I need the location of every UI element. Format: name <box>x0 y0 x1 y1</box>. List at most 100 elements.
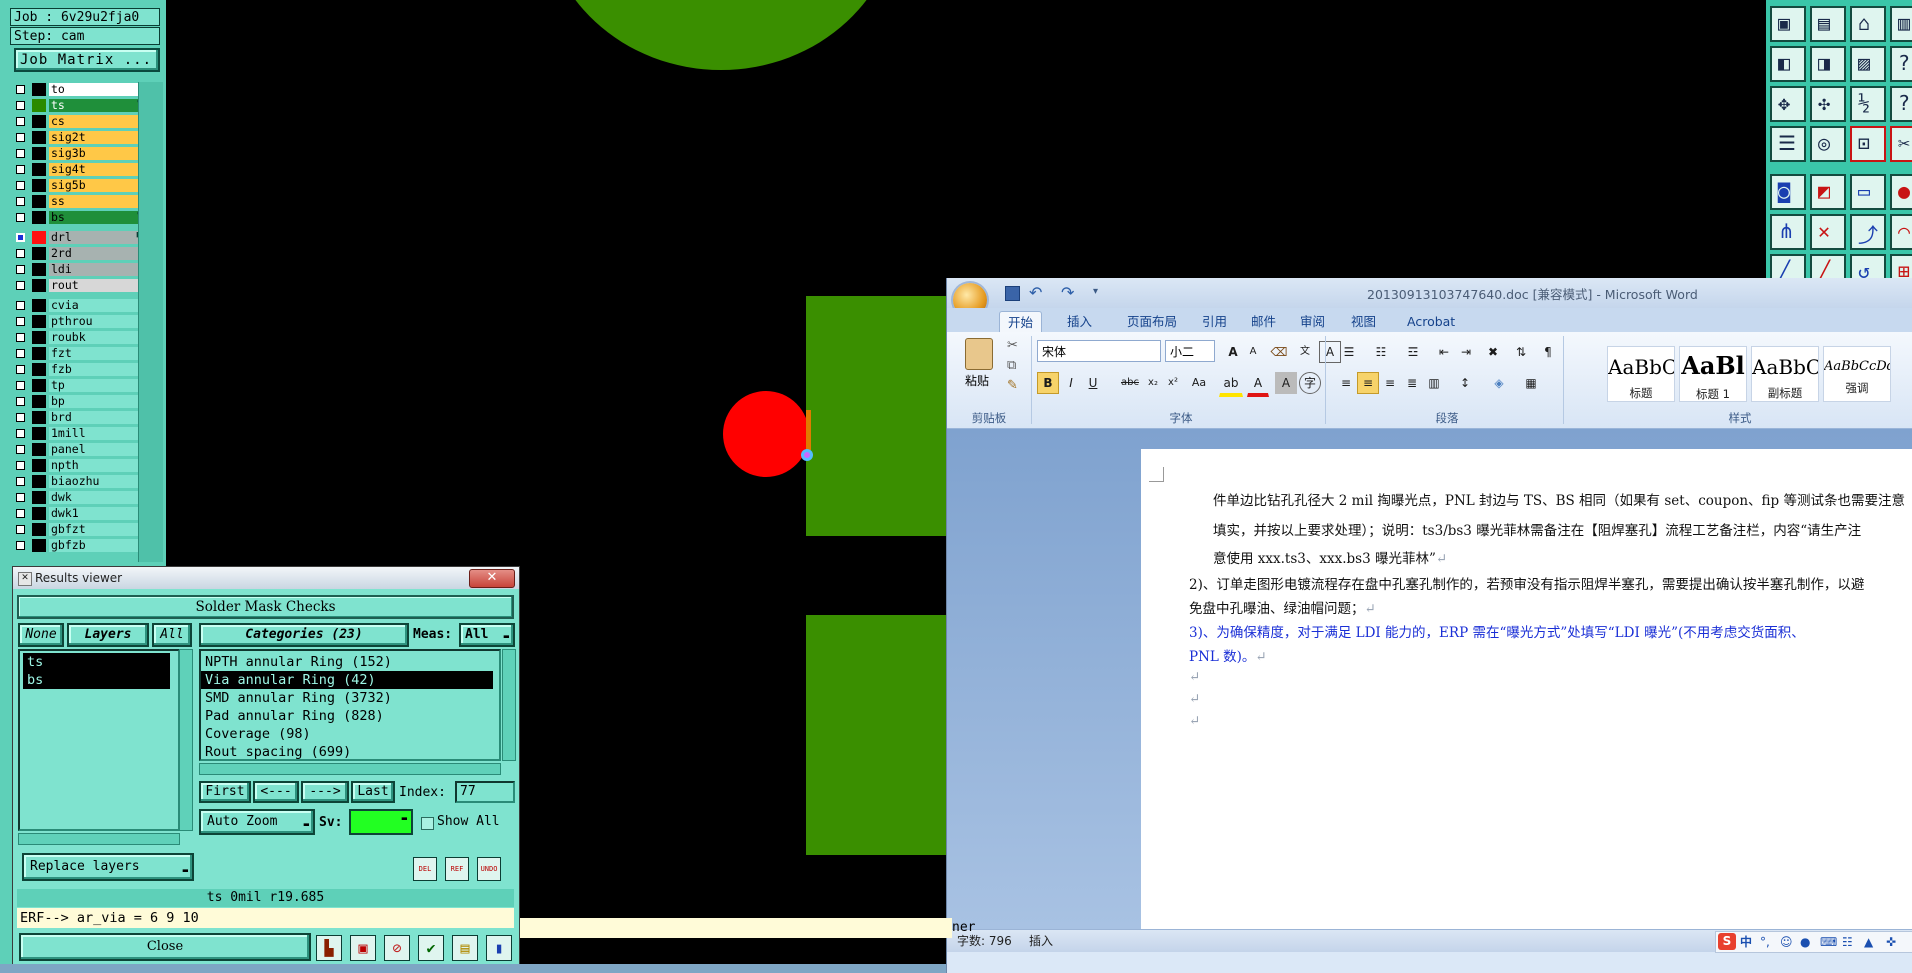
arc-icon[interactable]: ⌒ <box>1890 214 1912 250</box>
close-button[interactable]: Close <box>19 933 311 961</box>
layer-color-swatch[interactable] <box>32 459 46 472</box>
style-tile[interactable]: AaBbC 标题 <box>1607 346 1675 402</box>
layer-name[interactable]: sig3b <box>49 147 143 160</box>
insert-mode[interactable]: 插入 <box>1029 930 1053 952</box>
voice-icon[interactable]: ● <box>1800 931 1810 953</box>
layer-color-swatch[interactable] <box>32 115 46 128</box>
layer-name[interactable]: fzb <box>49 363 143 376</box>
layer-row[interactable]: sig3b <box>12 146 143 162</box>
align-right-icon[interactable]: ≡ <box>1379 372 1401 394</box>
cut-icon[interactable]: ✂ <box>1890 126 1912 162</box>
clear-format-icon[interactable]: ⌫ <box>1267 341 1291 363</box>
tab-1[interactable]: 插入 <box>1059 311 1100 332</box>
report-icon[interactable]: ▤ <box>452 935 478 961</box>
bullets-icon[interactable]: ☰ <box>1335 341 1363 363</box>
layers-hscroll[interactable] <box>18 833 180 845</box>
query-icon[interactable]: ? <box>1890 86 1912 122</box>
category-list-item[interactable]: Pad annular Ring (828) <box>201 707 493 725</box>
delete-result-icon[interactable]: DEL <box>413 857 437 881</box>
ime-toolbar[interactable]: S 中 °, ☺ ● ⌨ ☷ ▲ ✜ <box>1715 931 1912 953</box>
undo-icon[interactable]: ↶ <box>1029 283 1042 302</box>
layer-color-swatch[interactable] <box>32 299 46 312</box>
stack-icon[interactable]: ☰ <box>1770 126 1806 162</box>
layer-name[interactable]: cvia <box>49 299 143 312</box>
all-button[interactable]: All <box>152 623 192 647</box>
font-name-box[interactable]: 宋体 <box>1037 340 1161 362</box>
layer-checkbox[interactable] <box>16 165 25 174</box>
layer-checkbox[interactable] <box>16 317 25 326</box>
layer-checkbox[interactable] <box>16 301 25 310</box>
keyboard-icon[interactable]: ⌨ <box>1820 931 1837 953</box>
tab-7[interactable]: Acrobat <box>1399 311 1463 332</box>
layer-color-swatch[interactable] <box>32 179 46 192</box>
bold-button[interactable]: B <box>1037 372 1059 394</box>
shape-icon[interactable]: ◩ <box>1810 174 1846 210</box>
settings-icon[interactable]: ✜ <box>1886 931 1896 953</box>
fit-icon[interactable]: ✥ <box>1770 86 1806 122</box>
subscript-button[interactable]: x₂ <box>1143 372 1163 394</box>
char-shading-icon[interactable]: A <box>1275 372 1297 394</box>
layer-color-swatch[interactable] <box>32 491 46 504</box>
layer-list-item[interactable]: ts <box>23 653 170 671</box>
layer-color-swatch[interactable] <box>32 411 46 424</box>
layer-out-icon[interactable]: ◨ <box>1810 46 1846 82</box>
layer-checkbox[interactable] <box>16 541 25 550</box>
decrease-indent-icon[interactable]: ⇤ <box>1433 341 1455 363</box>
prev-button[interactable]: <--- <box>253 781 299 803</box>
layer-checkbox[interactable] <box>16 213 25 222</box>
next-button[interactable]: ---> <box>301 781 349 803</box>
italic-button[interactable]: I <box>1061 372 1081 394</box>
style-tile[interactable]: AaBbCcDd 强调 <box>1823 346 1891 402</box>
scale-icon[interactable]: ½ <box>1850 86 1886 122</box>
layer-color-swatch[interactable] <box>32 247 46 260</box>
layer-checkbox[interactable] <box>16 181 25 190</box>
shrink-font-icon[interactable]: A <box>1243 341 1263 363</box>
layer-name[interactable]: tp <box>49 379 143 392</box>
tab-6[interactable]: 视图 <box>1343 311 1384 332</box>
help-icon[interactable]: ? <box>1890 46 1912 82</box>
category-list-item[interactable]: SMD annular Ring (3732) <box>201 689 493 707</box>
layer-row[interactable]: ss <box>12 194 143 210</box>
font-color-icon[interactable]: A <box>1247 372 1269 397</box>
layer-name[interactable]: gbfzt <box>49 523 143 536</box>
style-tile[interactable]: AaBbC 副标题 <box>1751 346 1819 402</box>
layer-name[interactable]: ss <box>49 195 143 208</box>
layer-color-swatch[interactable] <box>32 539 46 552</box>
layer-checkbox[interactable] <box>16 133 25 142</box>
categories-vscroll[interactable] <box>502 649 516 761</box>
layer-color-swatch[interactable] <box>32 427 46 440</box>
layer-color-swatch[interactable] <box>32 379 46 392</box>
layer-checkbox[interactable] <box>16 461 25 470</box>
snapshot-icon[interactable]: ▤ <box>1810 6 1846 42</box>
layer-checkbox[interactable] <box>16 397 25 406</box>
layer-row[interactable]: sig5b <box>12 178 143 194</box>
layer-checkbox[interactable] <box>16 333 25 342</box>
layer-row[interactable]: sig4t <box>12 162 143 178</box>
layer-name[interactable]: ts <box>49 99 143 112</box>
undo-result-icon[interactable]: UNDO <box>477 857 501 881</box>
layer-row[interactable]: cs <box>12 114 143 130</box>
category-list-item[interactable]: NPTH annular Ring (152) <box>201 653 493 671</box>
paste-label[interactable]: 粘贴 <box>965 372 989 389</box>
justify-icon[interactable]: ≣ <box>1401 372 1423 394</box>
home-icon[interactable]: ▣ <box>1770 6 1806 42</box>
layer-color-swatch[interactable] <box>32 315 46 328</box>
layer-name[interactable]: sig5b <box>49 179 143 192</box>
save-icon[interactable] <box>1005 286 1020 301</box>
no-entry-icon[interactable]: ⊘ <box>384 935 410 961</box>
distributed-icon[interactable]: ▥ <box>1423 372 1445 394</box>
strikethrough-button[interactable]: abc <box>1117 372 1143 394</box>
layer-row[interactable]: rout <box>12 278 143 294</box>
layer-list-item[interactable]: bs <box>23 671 170 689</box>
layers-listbox[interactable]: ts bs <box>18 649 180 831</box>
route-icon[interactable]: ⤴ <box>1850 214 1886 250</box>
style-tile[interactable]: AaBl 标题 1 <box>1679 346 1747 402</box>
last-button[interactable]: Last <box>351 781 395 803</box>
tab-2[interactable]: 页面布局 <box>1119 311 1185 332</box>
layer-name[interactable]: dwk <box>49 491 143 504</box>
layer-row[interactable]: brd <box>12 410 143 426</box>
layer-list-scrollbar[interactable] <box>138 82 163 562</box>
chinese-layout-icon[interactable]: ✖ <box>1479 341 1507 363</box>
circle-tool-icon[interactable]: ● <box>1890 174 1912 210</box>
change-case-button[interactable]: Aa <box>1185 372 1213 394</box>
